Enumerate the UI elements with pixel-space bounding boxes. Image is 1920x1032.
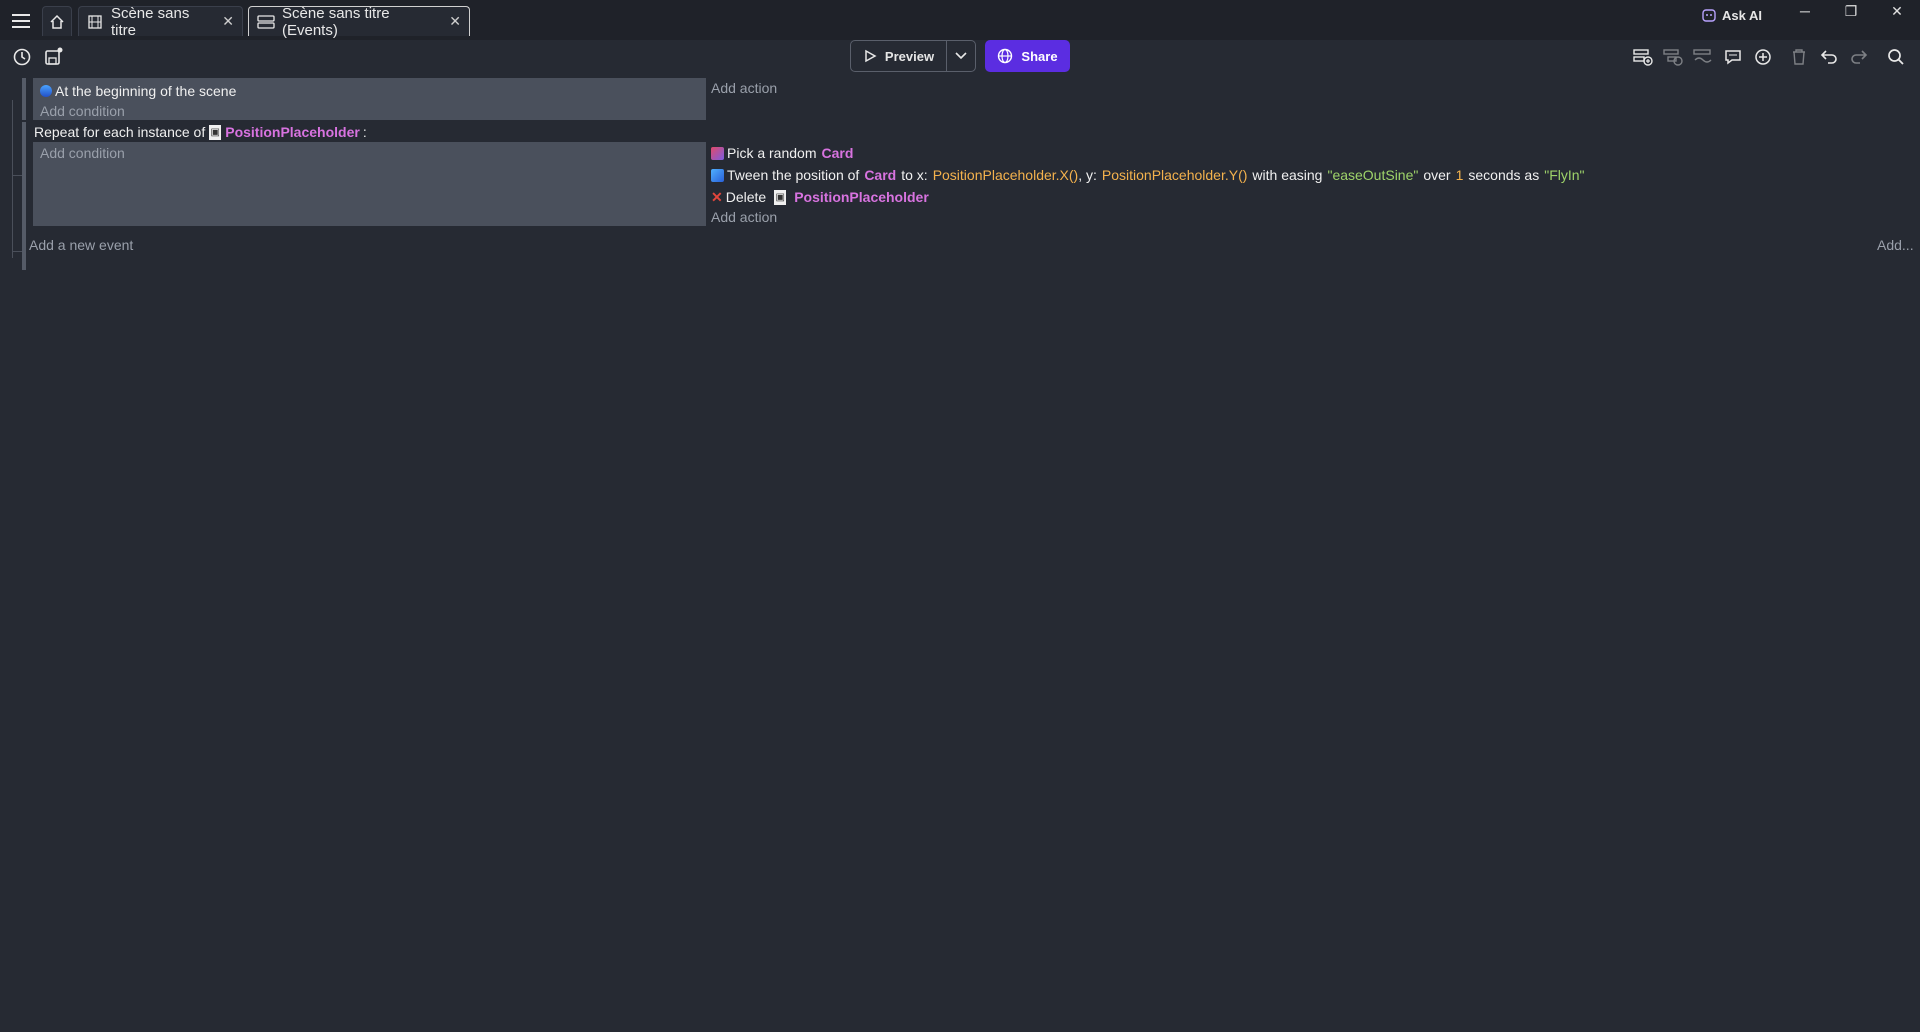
tab-scene-events-label: Scène sans titre (Events) — [282, 4, 390, 39]
add-circle-icon[interactable] — [1752, 46, 1774, 68]
tab-scene-events[interactable]: Scène sans titre (Events) ✕ — [248, 4, 470, 39]
tab-scene-label: Scène sans titre — [110, 4, 190, 39]
undo-icon[interactable] — [1818, 46, 1840, 68]
add-subevent-icon[interactable] — [1662, 46, 1684, 68]
conditions-panel[interactable] — [33, 142, 706, 226]
action-param-duration[interactable]: 1 — [1456, 167, 1464, 183]
action-param-tween-name[interactable]: "FlyIn" — [1544, 167, 1584, 183]
action-text: Delete — [725, 189, 767, 205]
repeat-prefix: Repeat for each instance of — [34, 124, 206, 140]
delete-x-icon: ✕ — [711, 188, 723, 205]
repeat-header[interactable]: Repeat for each instance of ▣ PositionPl… — [34, 123, 367, 141]
tab-scene[interactable]: Scène sans titre ✕ — [78, 4, 243, 39]
events-icon — [257, 13, 275, 31]
search-icon[interactable] — [1885, 46, 1907, 68]
play-icon — [865, 49, 877, 63]
action-text: seconds as — [1468, 167, 1540, 183]
close-window-icon[interactable]: ✕ — [1874, 0, 1920, 22]
film-icon — [87, 13, 104, 31]
repeat-suffix: : — [362, 124, 367, 140]
minimize-icon[interactable]: ─ — [1782, 0, 1828, 22]
preview-main[interactable]: Preview — [851, 41, 947, 71]
toolbar: Preview Share — [0, 40, 1920, 74]
ask-ai-button[interactable]: Ask AI — [1702, 8, 1762, 23]
tab-home[interactable] — [42, 6, 72, 36]
add-action-link[interactable]: Add action — [711, 209, 777, 225]
redo-icon[interactable] — [1848, 46, 1870, 68]
close-icon[interactable]: ✕ — [449, 13, 461, 30]
close-icon[interactable]: ✕ — [222, 13, 234, 30]
action-delete[interactable]: ✕ Delete ▣ PositionPlaceholder — [711, 188, 929, 206]
preview-label: Preview — [884, 48, 935, 64]
condition-label: At the beginning of the scene — [55, 83, 237, 99]
ai-icon — [1702, 8, 1716, 22]
add-action-link[interactable]: Add action — [711, 80, 777, 96]
add-more-link[interactable]: Add... — [1877, 237, 1914, 253]
preview-button[interactable]: Preview — [850, 40, 976, 72]
share-button[interactable]: Share — [985, 40, 1070, 72]
action-text: over — [1423, 167, 1451, 183]
save-icon[interactable] — [42, 46, 64, 68]
repeat-object[interactable]: PositionPlaceholder — [225, 124, 360, 140]
add-event-icon[interactable] — [1632, 46, 1654, 68]
object-sprite-icon: ▣ — [209, 124, 222, 140]
action-text: with easing — [1252, 167, 1323, 183]
add-new-event-link[interactable]: Add a new event — [29, 237, 133, 253]
tween-icon — [711, 168, 724, 182]
delete-icon[interactable] — [1788, 46, 1810, 68]
add-condition-link[interactable]: Add condition — [40, 145, 125, 161]
action-text: Tween the position of — [727, 167, 860, 183]
event-drag-handle[interactable] — [22, 122, 26, 270]
action-object[interactable]: Card — [864, 167, 896, 183]
menu-icon[interactable] — [10, 10, 32, 32]
action-param-x[interactable]: PositionPlaceholder.X() — [933, 167, 1079, 183]
condition-scene-start[interactable]: At the beginning of the scene — [40, 82, 236, 100]
scene-start-icon — [40, 85, 52, 97]
ask-ai-label: Ask AI — [1722, 8, 1762, 23]
action-param-easing[interactable]: "easeOutSine" — [1327, 167, 1418, 183]
add-condition-link[interactable]: Add condition — [40, 103, 125, 119]
add-comment-icon[interactable] — [1722, 46, 1744, 68]
action-text: to x: — [901, 167, 928, 183]
event-drag-handle[interactable] — [22, 78, 26, 120]
action-text: Pick a random — [727, 145, 817, 161]
globe-icon — [998, 48, 1013, 64]
action-text: , y: — [1078, 167, 1097, 183]
title-bar: Scène sans titre ✕ Scène sans titre (Eve… — [0, 0, 1920, 40]
chevron-down-icon[interactable] — [947, 41, 975, 71]
pick-icon — [711, 146, 724, 160]
history-icon[interactable] — [11, 46, 33, 68]
action-param-y[interactable]: PositionPlaceholder.Y() — [1102, 167, 1248, 183]
action-object[interactable]: Card — [821, 145, 853, 161]
home-icon — [50, 14, 64, 29]
action-tween-position[interactable]: Tween the position of Card to x: Positio… — [711, 166, 1585, 184]
action-pick-random[interactable]: Pick a random Card — [711, 144, 853, 162]
object-sprite-icon: ▣ — [774, 189, 787, 205]
add-group-icon[interactable] — [1692, 46, 1714, 68]
share-label: Share — [1021, 48, 1058, 64]
restore-icon[interactable]: ❐ — [1828, 0, 1874, 22]
action-object[interactable]: PositionPlaceholder — [794, 189, 929, 205]
